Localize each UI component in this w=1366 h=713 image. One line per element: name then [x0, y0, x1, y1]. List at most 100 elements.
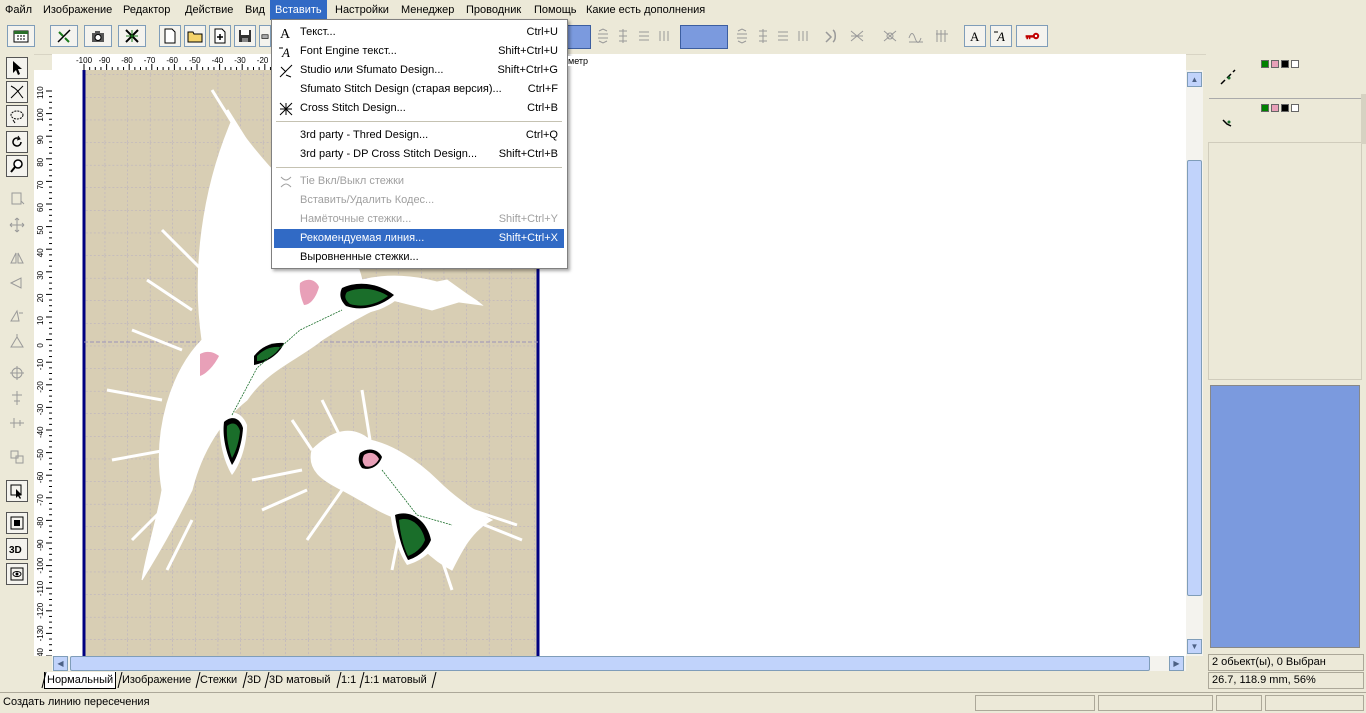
object-list-item[interactable]	[1209, 56, 1361, 99]
skew-icon[interactable]	[6, 304, 28, 326]
align-arrows-icon[interactable]	[592, 25, 614, 47]
wave-stitch-icon[interactable]	[905, 25, 927, 47]
rotate-icon[interactable]	[6, 131, 28, 153]
cross-grid-icon[interactable]	[118, 25, 146, 47]
ruler-tick-label: 30	[36, 270, 45, 279]
align-v-icon[interactable]	[6, 412, 28, 434]
menu-action[interactable]: Действие	[180, 0, 238, 20]
ruler-tick-label: -70	[36, 494, 45, 506]
align-bottom-icon[interactable]	[772, 25, 794, 47]
stitch-tool-icon[interactable]	[50, 25, 78, 47]
svg-text:A: A	[996, 29, 1005, 44]
mirror-vertical-icon[interactable]	[6, 246, 28, 268]
menu-image[interactable]: Изображение	[38, 0, 117, 20]
align-h-icon[interactable]	[6, 387, 28, 409]
ruler-tick-label: 10	[36, 316, 45, 325]
zoom-icon[interactable]	[6, 155, 28, 177]
ruler-tick-label: -100	[36, 557, 45, 574]
align-top-icon[interactable]	[731, 25, 753, 47]
menu-item-studio-sfumato[interactable]: Studio или Sfumato Design... Shift+Ctrl+…	[274, 61, 564, 80]
color-swatch-right[interactable]	[680, 25, 728, 49]
add-file-icon[interactable]	[209, 25, 231, 47]
space-horizontal-icon[interactable]	[653, 25, 675, 47]
frame-icon[interactable]	[6, 512, 28, 534]
distribute-icon[interactable]	[612, 25, 634, 47]
horizontal-scroll-thumb[interactable]	[70, 656, 1150, 671]
move-icon[interactable]	[6, 214, 28, 236]
group-icon[interactable]	[821, 25, 843, 47]
camera-icon[interactable]	[84, 25, 112, 47]
menubar: Файл Изображение Редактор Действие Вид В…	[0, 0, 1366, 20]
align-middle-icon[interactable]	[752, 25, 774, 47]
object-list-item[interactable]	[1209, 100, 1361, 143]
save-icon[interactable]	[234, 25, 256, 47]
menu-item-thred-design[interactable]: 3rd party - Thred Design... Ctrl+Q	[274, 126, 564, 145]
scroll-down-button[interactable]: ▼	[1187, 639, 1202, 654]
point-select-icon[interactable]	[6, 480, 28, 502]
menu-addons[interactable]: Какие есть дополнения	[581, 0, 710, 20]
scale-icon[interactable]	[6, 330, 28, 352]
scroll-up-button[interactable]: ▲	[1187, 72, 1202, 87]
calendar-icon[interactable]	[7, 25, 35, 47]
menu-editor[interactable]: Редактор	[118, 0, 175, 20]
order-icon[interactable]	[6, 446, 28, 468]
ruler-tick-label: -140	[36, 647, 45, 656]
tie-stitch-icon[interactable]	[879, 25, 901, 47]
menu-settings[interactable]: Настройки	[330, 0, 394, 20]
color-swatch-white	[1291, 104, 1299, 112]
ruler-tick-label: -90	[99, 56, 111, 65]
lasso-icon[interactable]	[6, 105, 28, 127]
space-vertical-icon[interactable]	[633, 25, 655, 47]
design-svg[interactable]	[52, 70, 1186, 656]
menu-item-label: Sfumato Stitch Design (старая версия)...	[300, 83, 502, 95]
eye-view-icon[interactable]	[6, 563, 28, 585]
mirror-horizontal-icon[interactable]	[6, 272, 28, 294]
center-icon[interactable]	[6, 362, 28, 384]
new-file-icon[interactable]	[159, 25, 181, 47]
vertical-scrollbar[interactable]: ▲ ▼	[1186, 70, 1203, 656]
align-edge-icon[interactable]	[792, 25, 814, 47]
menu-item-dp-cross-stitch[interactable]: 3rd party - DP Cross Stitch Design... Sh…	[274, 145, 564, 164]
horizontal-ruler: -100 -90 -80 -70 -60 -50 -40 -30 -20	[52, 54, 1186, 71]
design-canvas[interactable]	[52, 70, 1186, 656]
reshape-icon[interactable]	[6, 81, 28, 103]
menu-item-cross-stitch[interactable]: Cross Stitch Design... Ctrl+B	[274, 99, 564, 118]
ungroup-icon[interactable]	[846, 25, 868, 47]
menu-item-aligned-stitches[interactable]: Выровненные стежки...	[274, 248, 564, 267]
status-pane	[1265, 695, 1364, 711]
print-icon[interactable]	[259, 25, 271, 47]
menu-insert[interactable]: Вставить	[270, 0, 327, 20]
scroll-right-button[interactable]: ▶	[1169, 656, 1184, 671]
menu-item-font-engine-text[interactable]: A Font Engine текст... Shift+Ctrl+U	[274, 42, 564, 61]
menu-item-recommended-line[interactable]: Рекомендуемая линия... Shift+Ctrl+X	[274, 229, 564, 248]
vertical-ruler-ticks: 1101009080706050403020100-10-20-30-40-50…	[36, 86, 52, 674]
ruler-tick-label: -20	[36, 381, 45, 393]
ruler-tick-label: -40	[36, 426, 45, 438]
vertical-scroll-thumb[interactable]	[1187, 160, 1202, 596]
column-stitch-icon[interactable]	[931, 25, 953, 47]
text-tool-icon[interactable]: A	[964, 25, 986, 47]
menu-item-text[interactable]: A Текст... Ctrl+U	[274, 23, 564, 42]
font-engine-tool-icon[interactable]: A	[990, 25, 1012, 47]
horizontal-scrollbar[interactable]: ◀ ▶	[52, 656, 1186, 671]
menu-manager[interactable]: Менеджер	[396, 0, 459, 20]
panel-splitter[interactable]	[1361, 94, 1366, 144]
menu-help[interactable]: Помощь	[529, 0, 582, 20]
menu-item-label: Studio или Sfumato Design...	[300, 64, 444, 76]
key-icon[interactable]	[1016, 25, 1048, 47]
object-thumbnail	[1220, 69, 1236, 85]
menu-explorer[interactable]: Проводник	[461, 0, 526, 20]
menu-separator	[276, 121, 562, 122]
stamp-icon[interactable]	[6, 188, 28, 210]
color-swatch-left[interactable]	[567, 25, 591, 49]
3d-view-icon[interactable]: 3D	[6, 538, 28, 560]
menu-file[interactable]: Файл	[0, 0, 37, 20]
ruler-tick-label: -80	[121, 56, 133, 65]
left-toolbar: 3D	[0, 54, 34, 672]
open-folder-icon[interactable]	[184, 25, 206, 47]
menu-view[interactable]: Вид	[240, 0, 270, 20]
scroll-left-button[interactable]: ◀	[53, 656, 68, 671]
menu-item-sfumato-old[interactable]: Sfumato Stitch Design (старая версия)...…	[274, 80, 564, 99]
color-swatch-white	[1291, 60, 1299, 68]
select-arrow-icon[interactable]	[6, 57, 28, 79]
